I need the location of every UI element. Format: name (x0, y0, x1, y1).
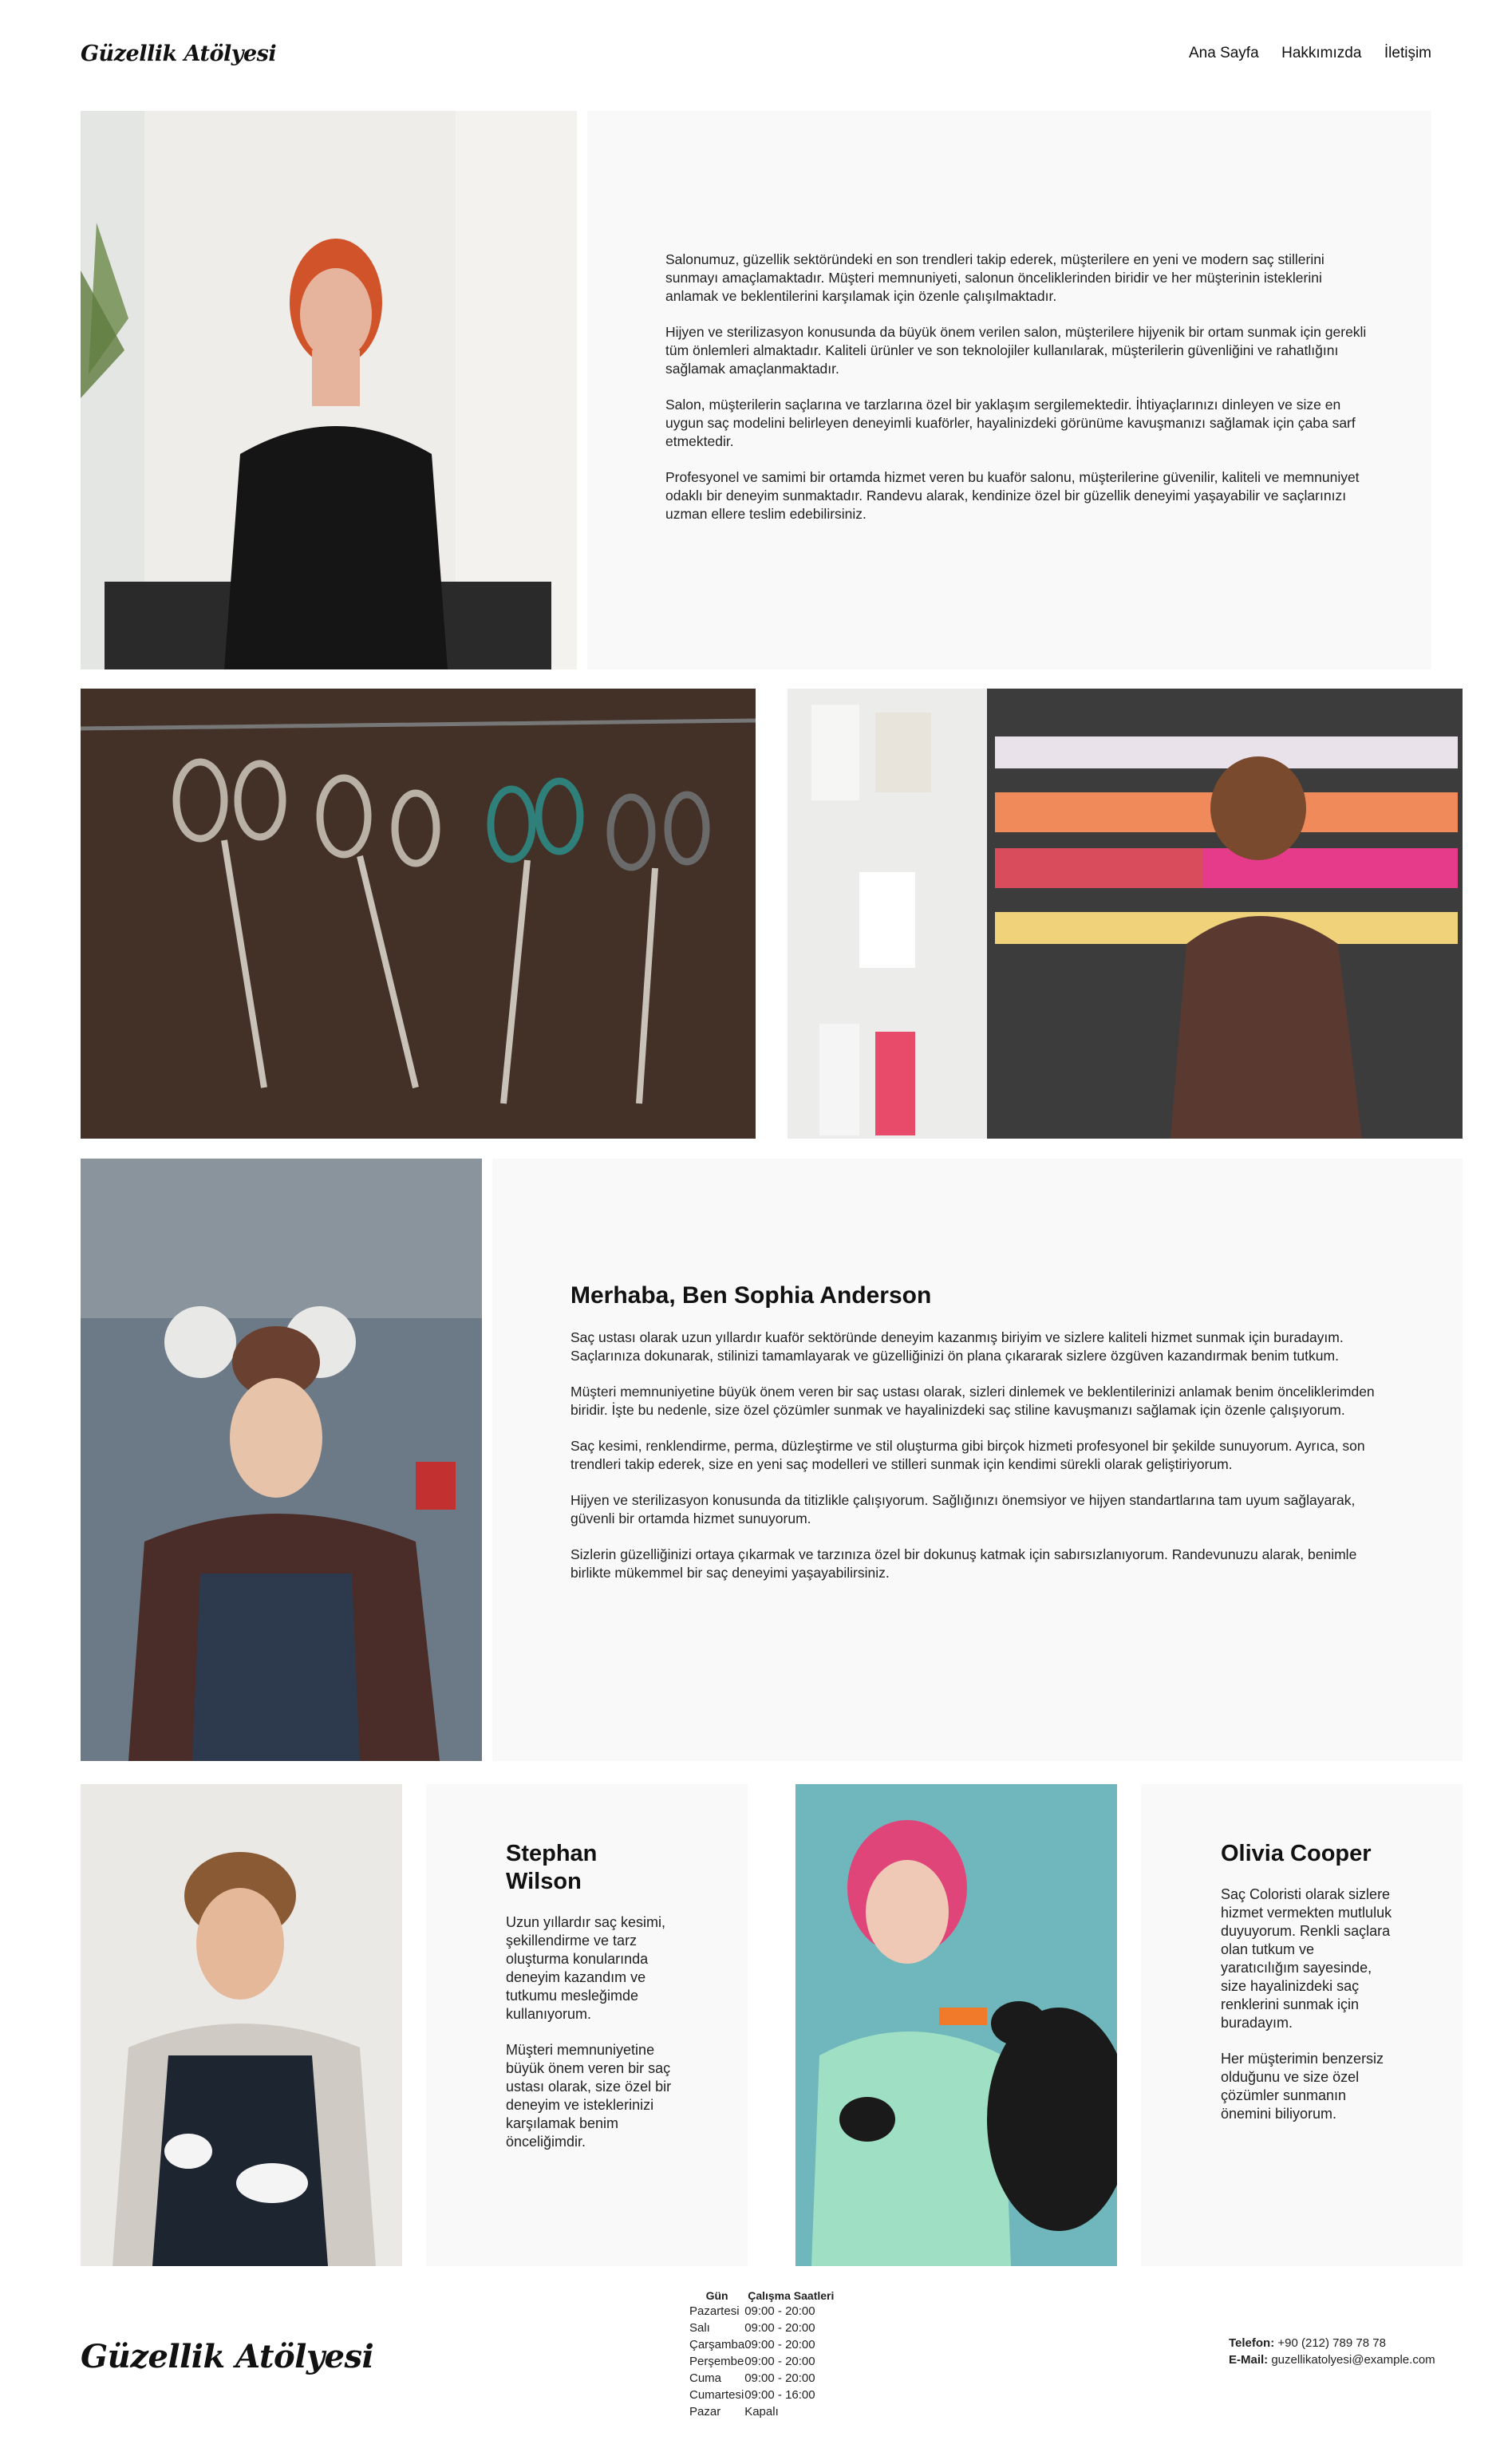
hours-day: Perşembe (689, 2355, 744, 2368)
contact-info: Telefon: +90 (212) 789 78 78 E-Mail: guz… (1229, 2335, 1435, 2368)
hours-day: Çarşamba (689, 2338, 745, 2351)
stephan-text: Stephan Wilson Uzun yıllardır saç kesimi… (506, 1840, 677, 2169)
hours-day: Cumartesi (689, 2388, 744, 2402)
nav-about-link[interactable]: Hakkımızda (1281, 45, 1361, 61)
sophia-paragraph: Hijyen ve sterilizasyon konusunda da tit… (570, 1492, 1356, 1526)
sophia-panel: Merhaba, Ben Sophia Anderson Saç ustası … (492, 1159, 1463, 1761)
hours-day: Pazar (689, 2405, 721, 2418)
hours-time: 09:00 - 16:00 (744, 2388, 815, 2402)
intro-panel: Salonumuz, güzellik sektöründeki en son … (587, 111, 1431, 669)
hair-dye-shelf-photo (788, 689, 1463, 1139)
hours-time: 09:00 - 20:00 (744, 2338, 815, 2351)
hours-row: Salı 09:00 - 20:00 (689, 2320, 837, 2337)
intro-paragraph: Hijyen ve sterilizasyon konusunda da büy… (665, 324, 1367, 377)
hours-header-row: Gün Çalışma Saatleri (689, 2289, 837, 2304)
hours-time: Kapalı (744, 2405, 779, 2418)
olivia-heading: Olivia Cooper (1221, 1841, 1372, 1866)
hours-time: 09:00 - 20:00 (744, 2304, 815, 2318)
intro-paragraph: Profesyonel ve samimi bir ortamda hizmet… (665, 469, 1360, 522)
hours-day-header: Gün (705, 2289, 728, 2302)
hours-time: 09:00 - 20:00 (744, 2321, 815, 2335)
email-label: E-Mail: (1229, 2353, 1269, 2367)
hours-time-header: Çalışma Saatleri (748, 2289, 835, 2302)
sophia-bio: Saç ustası olarak uzun yıllardır kuaför … (570, 1329, 1388, 1582)
olivia-bio: Saç Coloristi olarak sizlere hizmet verm… (1221, 1885, 1392, 2123)
main-nav: Ana Sayfa Hakkımızda İletişim (1170, 45, 1431, 62)
intro-paragraph: Salonumuz, güzellik sektöründeki en son … (665, 251, 1324, 304)
intro-text: Salonumuz, güzellik sektöründeki en son … (665, 251, 1368, 541)
email-address[interactable]: guzellikatolyesi@example.com (1271, 2353, 1435, 2367)
sophia-anderson-photo (81, 1159, 482, 1761)
header-logo[interactable]: Güzellik Atölyesi (81, 41, 277, 66)
olivia-cooper-photo (795, 1784, 1117, 2266)
sophia-paragraph: Saç ustası olarak uzun yıllardır kuaför … (570, 1329, 1344, 1364)
stephan-panel: Stephan Wilson Uzun yıllardır saç kesimi… (426, 1784, 748, 2266)
hours-row: Cuma 09:00 - 20:00 (689, 2371, 837, 2387)
hours-row: Pazar Kapalı (689, 2404, 837, 2421)
hours-day: Pazartesi (689, 2304, 740, 2318)
olivia-text: Olivia Cooper Saç Coloristi olarak sizle… (1221, 1840, 1392, 2141)
opening-hours-table: Gün Çalışma Saatleri Pazartesi 09:00 - 2… (689, 2289, 837, 2421)
nav-home-link[interactable]: Ana Sayfa (1189, 45, 1259, 61)
hours-day: Salı (689, 2321, 710, 2335)
sophia-heading: Merhaba, Ben Sophia Anderson (570, 1282, 932, 1309)
stephan-wilson-photo (81, 1784, 402, 2266)
stephan-bio: Uzun yıllardır saç kesimi, şekillendirme… (506, 1913, 677, 2151)
nav-contact-link[interactable]: İletişim (1384, 45, 1431, 61)
hours-row: Cumartesi 09:00 - 16:00 (689, 2387, 837, 2404)
hours-row: Çarşamba 09:00 - 20:00 (689, 2337, 837, 2354)
sophia-paragraph: Sizlerin güzelliğinizi ortaya çıkarmak v… (570, 1546, 1357, 1581)
phone-label: Telefon: (1229, 2336, 1275, 2350)
hours-time: 09:00 - 20:00 (744, 2371, 815, 2385)
sophia-paragraph: Saç kesimi, renklendirme, perma, düzleşt… (570, 1438, 1365, 1472)
sophia-text: Merhaba, Ben Sophia Anderson Saç ustası … (570, 1282, 1388, 1600)
intro-paragraph: Salon, müşterilerin saçlarına ve tarzlar… (665, 397, 1356, 449)
hours-time: 09:00 - 20:00 (744, 2355, 815, 2368)
hours-day: Cuma (689, 2371, 722, 2385)
stephan-heading: Stephan Wilson (506, 1841, 598, 1894)
hours-row: Perşembe 09:00 - 20:00 (689, 2354, 837, 2371)
hairdresser-portrait-photo (81, 111, 577, 669)
olivia-panel: Olivia Cooper Saç Coloristi olarak sizle… (1141, 1784, 1463, 2266)
sophia-paragraph: Müşteri memnuniyetine büyük önem veren b… (570, 1384, 1375, 1418)
olivia-paragraph: Her müşterimin benzersiz olduğunu ve siz… (1221, 2051, 1384, 2122)
stephan-paragraph: Müşteri memnuniyetine büyük önem veren b… (506, 2042, 672, 2150)
stephan-paragraph: Uzun yıllardır saç kesimi, şekillendirme… (506, 1914, 666, 2022)
olivia-paragraph: Saç Coloristi olarak sizlere hizmet verm… (1221, 1886, 1392, 2031)
hours-row: Pazartesi 09:00 - 20:00 (689, 2304, 837, 2320)
phone-line: Telefon: +90 (212) 789 78 78 (1229, 2335, 1435, 2351)
footer-logo[interactable]: Güzellik Atölyesi (81, 2338, 374, 2375)
email-line: E-Mail: guzellikatolyesi@example.com (1229, 2351, 1435, 2368)
phone-number[interactable]: +90 (212) 789 78 78 (1277, 2336, 1386, 2350)
scissors-photo (81, 689, 756, 1139)
